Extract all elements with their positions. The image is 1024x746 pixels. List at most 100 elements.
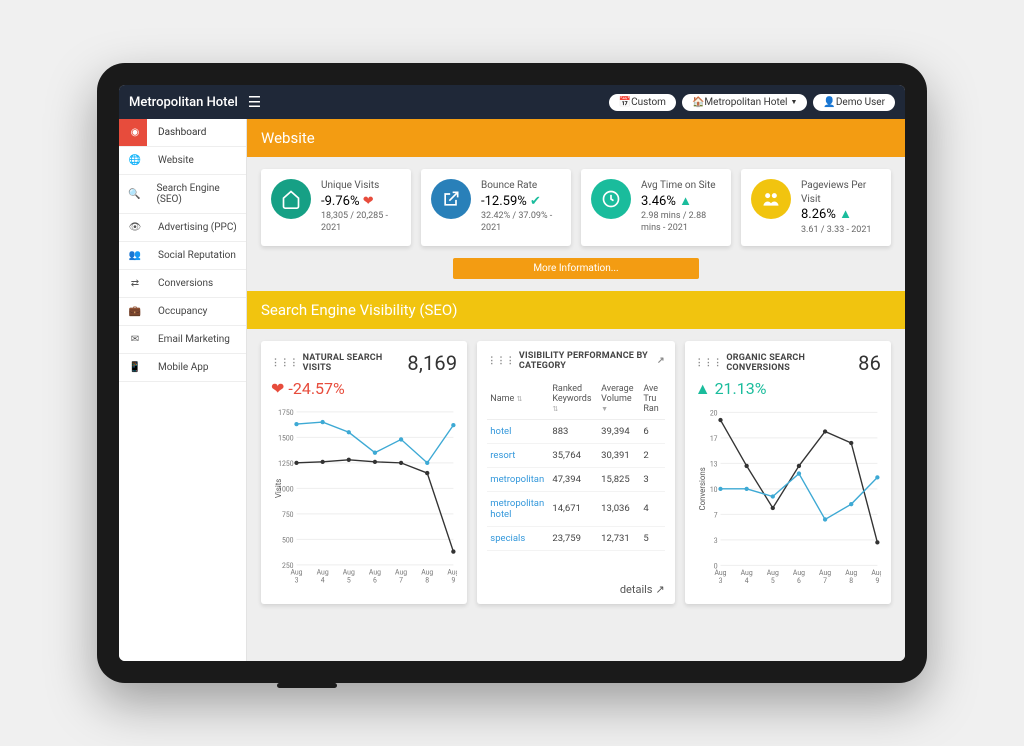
chart-natural-search: 2505007501000125015001750Aug3Aug4Aug5Aug… (271, 404, 457, 594)
table-row[interactable]: resort 35,764 30,391 2 (487, 443, 664, 467)
panel-value: 86 (858, 351, 881, 375)
envelope-icon: ✉ (128, 334, 142, 345)
stat-value: -9.76% ❤ (321, 193, 401, 211)
trend-up-icon: ▲ (695, 379, 711, 399)
cell-avgvol: 30,391 (598, 443, 640, 467)
stat-bounce-rate[interactable]: Bounce Rate -12.59% ✔ 32.42% / 37.09% - … (421, 169, 571, 246)
table-row[interactable]: metropolitan 47,394 15,825 3 (487, 467, 664, 491)
hotel-label: Metropolitan Hotel (704, 97, 787, 108)
svg-text:3: 3 (295, 576, 299, 584)
chevron-down-icon: ▼ (790, 98, 797, 106)
sidebar-item-conversions[interactable]: ⇄ Conversions (119, 270, 246, 298)
panel-value: 8,169 (407, 351, 457, 375)
stat-avg-time[interactable]: Avg Time on Site 3.46% ▲ 2.98 mins / 2.8… (581, 169, 731, 246)
sidebar-item-seo[interactable]: 🔍 Search Engine (SEO) (119, 175, 246, 214)
custom-button[interactable]: 📅 Custom (609, 94, 676, 111)
svg-text:Aug: Aug (395, 568, 407, 576)
sidebar-item-occupancy[interactable]: 💼 Occupancy (119, 298, 246, 326)
users-icon: 👥 (128, 250, 142, 261)
sidebar-item-mobile[interactable]: 📱 Mobile App (119, 354, 246, 382)
cell-ranked: 47,394 (549, 467, 598, 491)
custom-label: Custom (631, 97, 666, 108)
hotel-selector[interactable]: 🏠 Metropolitan Hotel ▼ (682, 94, 807, 111)
sidebar-item-label: Dashboard (150, 127, 237, 138)
svg-text:Aug: Aug (369, 568, 381, 576)
eye-icon: 👁 (128, 222, 142, 233)
cell-avgrank: 3 (640, 467, 664, 491)
section-seo-header: Search Engine Visibility (SEO) (247, 291, 905, 329)
trend-up-icon: ▲ (679, 194, 692, 209)
grip-icon[interactable]: ⋮⋮⋮ (271, 358, 299, 368)
cell-avgvol: 39,394 (598, 419, 640, 443)
clock-icon (591, 179, 631, 219)
stat-pageviews[interactable]: Pageviews Per Visit 8.26% ▲ 3.61 / 3.33 … (741, 169, 891, 246)
mobile-icon: 📱 (128, 362, 142, 373)
col-avgrank[interactable]: Ave Tru Ran (640, 379, 664, 420)
user-button[interactable]: 👤 Demo User (813, 94, 895, 111)
sidebar-item-email[interactable]: ✉ Email Marketing (119, 326, 246, 354)
col-ranked[interactable]: Ranked Keywords ⇅ (549, 379, 598, 420)
table-row[interactable]: metropolitan hotel 14,671 13,036 4 (487, 491, 664, 526)
grip-icon[interactable]: ⋮⋮⋮ (695, 358, 723, 368)
svg-text:17: 17 (710, 435, 718, 443)
sort-icon: ⇅ (552, 405, 558, 413)
topbar: Metropolitan Hotel ☰ 📅 Custom 🏠 Metropol… (119, 85, 905, 119)
panel-row: ⋮⋮⋮ NATURAL SEARCH VISITS 8,169 ❤ -24.57… (247, 329, 905, 618)
cell-name[interactable]: resort (487, 443, 549, 467)
svg-text:Visits: Visits (274, 478, 283, 497)
trend-down-icon: ❤ (363, 194, 374, 209)
expand-icon[interactable]: ↗ (657, 356, 665, 366)
external-link-icon (431, 179, 471, 219)
globe-icon: 🌐 (128, 155, 142, 166)
cell-ranked: 883 (549, 419, 598, 443)
cell-name[interactable]: metropolitan (487, 467, 549, 491)
more-info-button[interactable]: More Information... (453, 258, 698, 279)
cell-name[interactable]: specials (487, 526, 549, 550)
stat-label: Avg Time on Site (641, 179, 721, 193)
svg-text:7: 7 (713, 511, 717, 519)
sidebar-item-website[interactable]: 🌐 Website (119, 147, 246, 175)
svg-text:1750: 1750 (278, 409, 294, 417)
stat-sub: 2.98 mins / 2.88 mins - 2021 (641, 210, 721, 234)
sort-down-icon: ▼ (601, 405, 608, 413)
sidebar-item-label: Search Engine (SEO) (148, 183, 237, 205)
cell-name[interactable]: metropolitan hotel (487, 491, 549, 526)
panel-title: NATURAL SEARCH VISITS (303, 353, 408, 373)
calendar-icon: 📅 (619, 97, 631, 108)
sidebar-item-social[interactable]: 👥 Social Reputation (119, 242, 246, 270)
briefcase-icon: 💼 (128, 306, 142, 317)
cell-ranked: 14,671 (549, 491, 598, 526)
cell-ranked: 35,764 (549, 443, 598, 467)
stat-unique-visits[interactable]: Unique Visits -9.76% ❤ 18,305 / 20,285 -… (261, 169, 411, 246)
col-name[interactable]: Name ⇅ (487, 379, 549, 420)
sidebar-item-ppc[interactable]: 👁 Advertising (PPC) (119, 214, 246, 242)
svg-text:8: 8 (425, 576, 429, 584)
hamburger-icon[interactable]: ☰ (248, 93, 261, 111)
table-row[interactable]: specials 23,759 12,731 5 (487, 526, 664, 550)
cell-avgvol: 12,731 (598, 526, 640, 550)
sidebar-item-label: Occupancy (150, 306, 207, 317)
trend-up-icon: ✔ (530, 194, 541, 209)
building-icon: 🏠 (692, 97, 704, 108)
users-icon (751, 179, 791, 219)
stat-value: 3.46% ▲ (641, 193, 721, 211)
details-link[interactable]: details ↗ (620, 583, 665, 596)
cell-avgrank: 6 (640, 419, 664, 443)
stat-sub: 32.42% / 37.09% - 2021 (481, 210, 561, 234)
home-icon (271, 179, 311, 219)
cell-name[interactable]: hotel (487, 419, 549, 443)
cell-avgrank: 4 (640, 491, 664, 526)
table-row[interactable]: hotel 883 39,394 6 (487, 419, 664, 443)
cell-avgrank: 2 (640, 443, 664, 467)
col-avgvol[interactable]: Average Volume ▼ (598, 379, 640, 420)
sidebar-item-dashboard[interactable]: ◉ Dashboard (119, 119, 246, 147)
user-icon: 👤 (823, 97, 835, 108)
svg-text:Aug: Aug (421, 568, 433, 576)
trend-down-icon: ❤ (271, 379, 284, 398)
svg-text:1250: 1250 (278, 459, 294, 467)
panel-change: ❤ -24.57% (271, 379, 457, 398)
svg-text:10: 10 (710, 485, 718, 493)
grip-icon[interactable]: ⋮⋮⋮ (487, 356, 515, 366)
stat-sub: 3.61 / 3.33 - 2021 (801, 224, 881, 236)
svg-text:13: 13 (710, 460, 718, 468)
